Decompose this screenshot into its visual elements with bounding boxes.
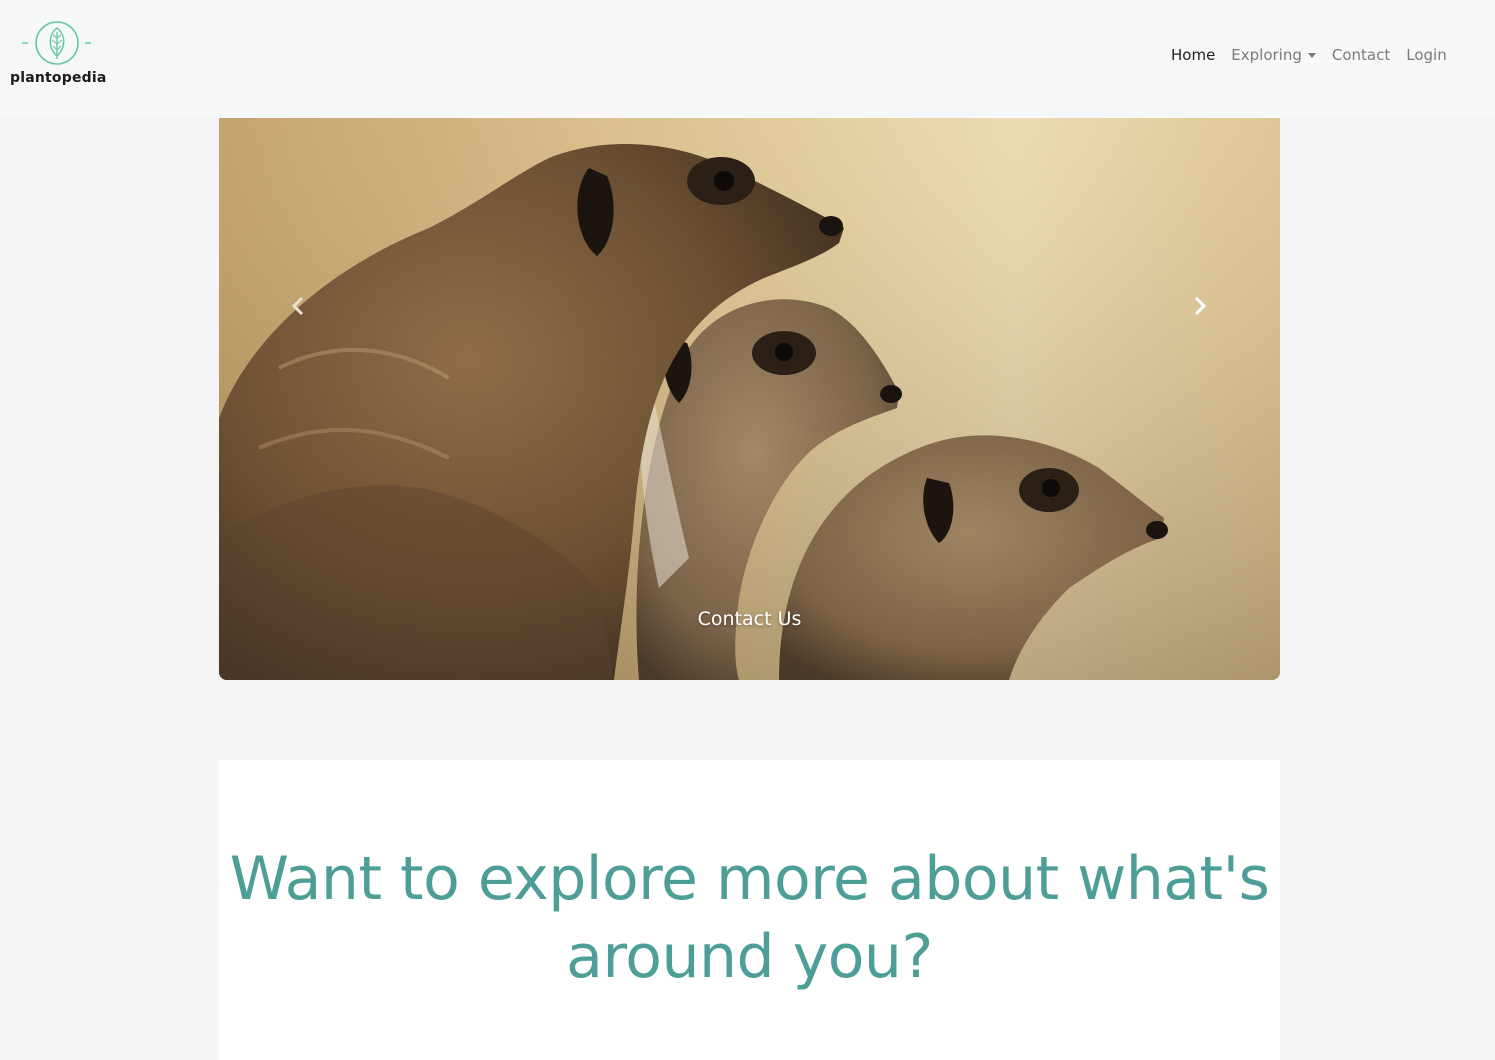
leaf-circle-icon bbox=[22, 21, 91, 65]
nav-contact[interactable]: Contact bbox=[1324, 46, 1398, 64]
main-nav: Home Exploring Contact Login bbox=[1163, 44, 1455, 66]
brand-logo-link[interactable]: plantopedia bbox=[10, 18, 107, 92]
carousel-caption: Contact Us bbox=[697, 608, 802, 630]
intro-card: Want to explore more about what's around… bbox=[219, 760, 1280, 1060]
chevron-right-icon bbox=[1194, 297, 1207, 315]
caret-down-icon bbox=[1307, 52, 1316, 58]
navbar: plantopedia Home Exploring Contact Login bbox=[0, 0, 1495, 118]
brand-name: plantopedia bbox=[10, 70, 107, 86]
intro-heading: Want to explore more about what's around… bbox=[229, 844, 1270, 992]
nav-exploring-label: Exploring bbox=[1231, 46, 1302, 64]
nav-exploring-dropdown[interactable]: Exploring bbox=[1223, 46, 1324, 64]
carousel-prev-button[interactable] bbox=[278, 286, 318, 326]
nav-home[interactable]: Home bbox=[1163, 46, 1223, 64]
carousel-next-button[interactable] bbox=[1180, 286, 1220, 326]
meerkats-photo bbox=[219, 118, 1280, 680]
nav-login[interactable]: Login bbox=[1398, 46, 1454, 64]
chevron-left-icon bbox=[291, 297, 304, 315]
hero-carousel: Contact Us bbox=[219, 118, 1280, 680]
